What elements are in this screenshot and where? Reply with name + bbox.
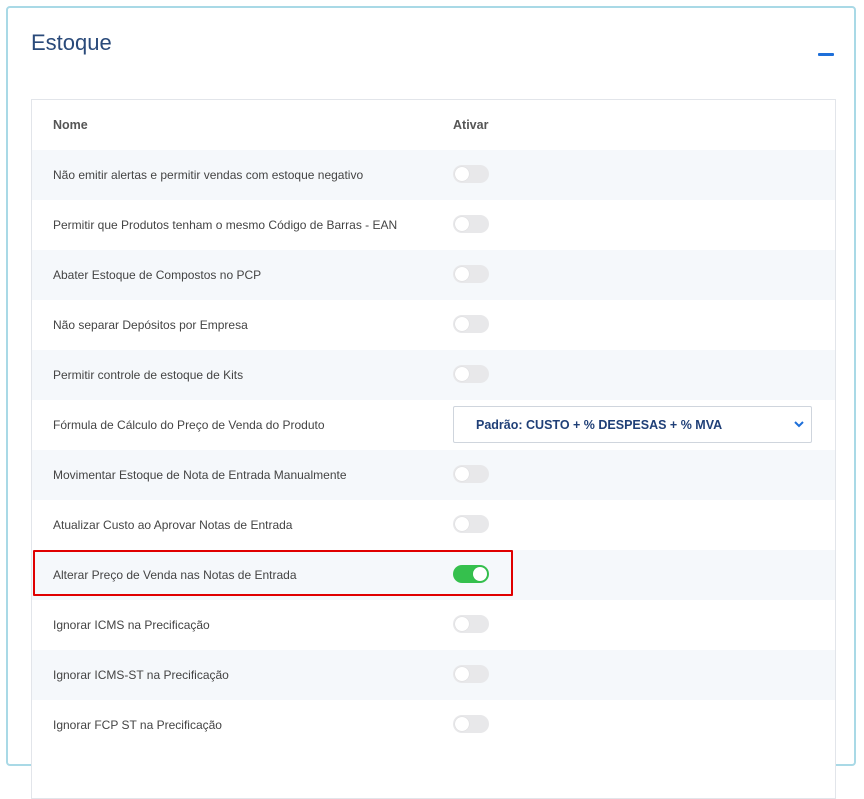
toggle-switch[interactable]	[453, 465, 489, 483]
toggle-knob	[455, 667, 469, 681]
table-row: Permitir controle de estoque de Kits	[32, 350, 835, 400]
toggle-knob	[455, 367, 469, 381]
setting-label: Não emitir alertas e permitir vendas com…	[53, 168, 364, 182]
toggle-switch[interactable]	[453, 265, 489, 283]
toggle-knob	[473, 567, 487, 581]
header-active: Ativar	[453, 118, 489, 132]
settings-table: Nome Ativar Não emitir alertas e permiti…	[31, 99, 836, 799]
setting-label: Permitir controle de estoque de Kits	[53, 368, 244, 382]
setting-label: Permitir que Produtos tenham o mesmo Cód…	[53, 218, 398, 232]
toggle-switch[interactable]	[453, 165, 489, 183]
toggle-switch[interactable]	[453, 715, 489, 733]
toggle-knob	[455, 467, 469, 481]
toggle-knob	[455, 517, 469, 531]
setting-label: Alterar Preço de Venda nas Notas de Entr…	[53, 568, 297, 582]
toggle-knob	[455, 267, 469, 281]
price-formula-select[interactable]: Padrão: CUSTO + % DESPESAS + % MVA	[453, 406, 812, 443]
toggle-knob	[455, 717, 469, 731]
table-row: Movimentar Estoque de Nota de Entrada Ma…	[32, 450, 835, 500]
toggle-knob	[455, 217, 469, 231]
table-row: Permitir que Produtos tenham o mesmo Cód…	[32, 200, 835, 250]
header-name: Nome	[53, 118, 88, 132]
setting-label: Ignorar ICMS-ST na Precificação	[53, 668, 229, 682]
minus-icon	[818, 53, 834, 56]
stock-settings-panel: Estoque Nome Ativar Não emitir alertas e…	[6, 6, 856, 799]
toggle-switch[interactable]	[453, 665, 489, 683]
toggle-switch[interactable]	[453, 615, 489, 633]
table-row: Ignorar FCP ST na Precificação	[32, 700, 835, 750]
table-row: Alterar Preço de Venda nas Notas de Entr…	[32, 550, 835, 600]
setting-label: Ignorar ICMS na Precificação	[53, 618, 210, 632]
setting-label: Fórmula de Cálculo do Preço de Venda do …	[53, 418, 325, 432]
table-row: Atualizar Custo ao Aprovar Notas de Entr…	[32, 500, 835, 550]
setting-label: Ignorar FCP ST na Precificação	[53, 718, 222, 732]
toggle-switch[interactable]	[453, 565, 489, 583]
panel-title: Estoque	[31, 30, 112, 55]
table-row: Ignorar ICMS-ST na Precificação	[32, 650, 835, 700]
table-row: Ignorar ICMS na Precificação	[32, 600, 835, 650]
table-row: Não emitir alertas e permitir vendas com…	[32, 150, 835, 200]
table-row: Abater Estoque de Compostos no PCP	[32, 250, 835, 300]
setting-label: Não separar Depósitos por Empresa	[53, 318, 248, 332]
toggle-knob	[455, 317, 469, 331]
table-header: Nome Ativar	[32, 100, 835, 150]
setting-label: Abater Estoque de Compostos no PCP	[53, 268, 262, 282]
toggle-switch[interactable]	[453, 215, 489, 233]
setting-label: Atualizar Custo ao Aprovar Notas de Entr…	[53, 518, 293, 532]
select-value: Padrão: CUSTO + % DESPESAS + % MVA	[476, 418, 723, 432]
setting-label: Movimentar Estoque de Nota de Entrada Ma…	[53, 468, 347, 482]
toggle-switch[interactable]	[453, 365, 489, 383]
toggle-knob	[455, 617, 469, 631]
table-row: Não separar Depósitos por Empresa	[32, 300, 835, 350]
collapse-button[interactable]	[818, 46, 834, 62]
table-row: Fórmula de Cálculo do Preço de Venda do …	[32, 400, 835, 450]
chevron-down-icon	[794, 421, 804, 428]
toggle-switch[interactable]	[453, 515, 489, 533]
table-body: Não emitir alertas e permitir vendas com…	[32, 150, 835, 750]
toggle-switch[interactable]	[453, 315, 489, 333]
toggle-knob	[455, 167, 469, 181]
